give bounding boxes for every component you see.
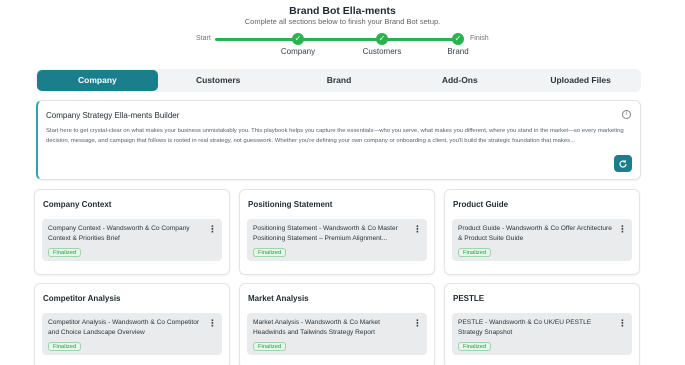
document-item[interactable]: Positioning Statement - Wandsworth & Co …: [247, 219, 427, 261]
section-tabs: Company Customers Brand Add-Ons Uploaded…: [36, 69, 641, 92]
status-badge: Finalized: [253, 342, 287, 351]
card-competitor-analysis: Competitor Analysis Competitor Analysis …: [34, 283, 230, 365]
card-product-guide: Product Guide Product Guide - Wandsworth…: [444, 189, 640, 275]
progress-track: [215, 38, 463, 41]
card-positioning-statement: Positioning Statement Positioning Statem…: [239, 189, 435, 275]
document-title: Product Guide - Wandsworth & Co Offer Ar…: [458, 225, 612, 242]
card-title: Competitor Analysis: [43, 294, 121, 303]
more-vertical-icon[interactable]: ⋮: [208, 225, 217, 234]
step-brand-label: Brand: [447, 47, 469, 56]
tab-customers[interactable]: Customers: [158, 70, 279, 91]
card-market-analysis: Market Analysis Market Analysis - Wandsw…: [239, 283, 435, 365]
document-item[interactable]: Company Context - Wandsworth & Co Compan…: [42, 219, 222, 261]
card-title: Company Context: [43, 200, 112, 209]
step-company-label: Company: [280, 47, 316, 56]
card-pestle: PESTLE PESTLE - Wandsworth & Co UK/EU PE…: [444, 283, 640, 365]
info-icon[interactable]: i: [622, 110, 631, 119]
document-item[interactable]: Competitor Analysis - Wandsworth & Co Co…: [42, 313, 222, 355]
status-badge: Finalized: [458, 248, 492, 257]
card-title: Positioning Statement: [248, 200, 333, 209]
page-title: Brand Bot Ella-ments: [289, 5, 396, 17]
status-badge: Finalized: [458, 342, 492, 351]
tab-company[interactable]: Company: [37, 70, 158, 91]
strategy-builder-panel: Company Strategy Ella-ments Builder i St…: [36, 100, 641, 180]
more-vertical-icon[interactable]: ⋮: [413, 319, 422, 328]
step-customers-check-icon: ✓: [376, 33, 388, 45]
builder-description: Start here to get crystal-clear on what …: [46, 128, 624, 144]
setup-progress: Start Finish ✓ Company ✓ Customers ✓ Bra…: [0, 30, 685, 60]
document-item[interactable]: PESTLE - Wandsworth & Co UK/EU PESTLE St…: [452, 313, 632, 355]
document-title: Competitor Analysis - Wandsworth & Co Co…: [48, 319, 200, 336]
step-company-check-icon: ✓: [292, 33, 304, 45]
document-title: Market Analysis - Wandsworth & Co Market…: [253, 319, 380, 336]
refresh-glyph: [619, 159, 627, 168]
document-item[interactable]: Product Guide - Wandsworth & Co Offer Ar…: [452, 219, 632, 261]
status-badge: Finalized: [48, 342, 82, 351]
document-title: PESTLE - Wandsworth & Co UK/EU PESTLE St…: [458, 319, 592, 336]
more-vertical-icon[interactable]: ⋮: [413, 225, 422, 234]
tab-brand[interactable]: Brand: [279, 70, 400, 91]
progress-start-label: Start: [196, 35, 211, 42]
more-vertical-icon[interactable]: ⋮: [208, 319, 217, 328]
document-title: Positioning Statement - Wandsworth & Co …: [253, 225, 398, 242]
progress-finish-label: Finish: [470, 35, 489, 42]
card-title: Market Analysis: [248, 294, 309, 303]
page-subtitle: Complete all sections below to finish yo…: [244, 17, 441, 26]
more-vertical-icon[interactable]: ⋮: [618, 319, 627, 328]
status-badge: Finalized: [48, 248, 82, 257]
step-customers-label: Customers: [362, 47, 402, 56]
step-brand-check-icon: ✓: [452, 33, 464, 45]
card-title: Product Guide: [453, 200, 509, 209]
tab-add-ons[interactable]: Add-Ons: [399, 70, 520, 91]
document-title: Company Context - Wandsworth & Co Compan…: [48, 225, 190, 242]
refresh-icon[interactable]: [614, 155, 632, 172]
builder-title: Company Strategy Ella-ments Builder: [46, 111, 180, 120]
status-badge: Finalized: [253, 248, 287, 257]
card-company-context: Company Context Company Context - Wandsw…: [34, 189, 230, 275]
card-title: PESTLE: [453, 294, 485, 303]
more-vertical-icon[interactable]: ⋮: [618, 225, 627, 234]
tab-uploaded-files[interactable]: Uploaded Files: [520, 70, 641, 91]
document-item[interactable]: Market Analysis - Wandsworth & Co Market…: [247, 313, 427, 355]
